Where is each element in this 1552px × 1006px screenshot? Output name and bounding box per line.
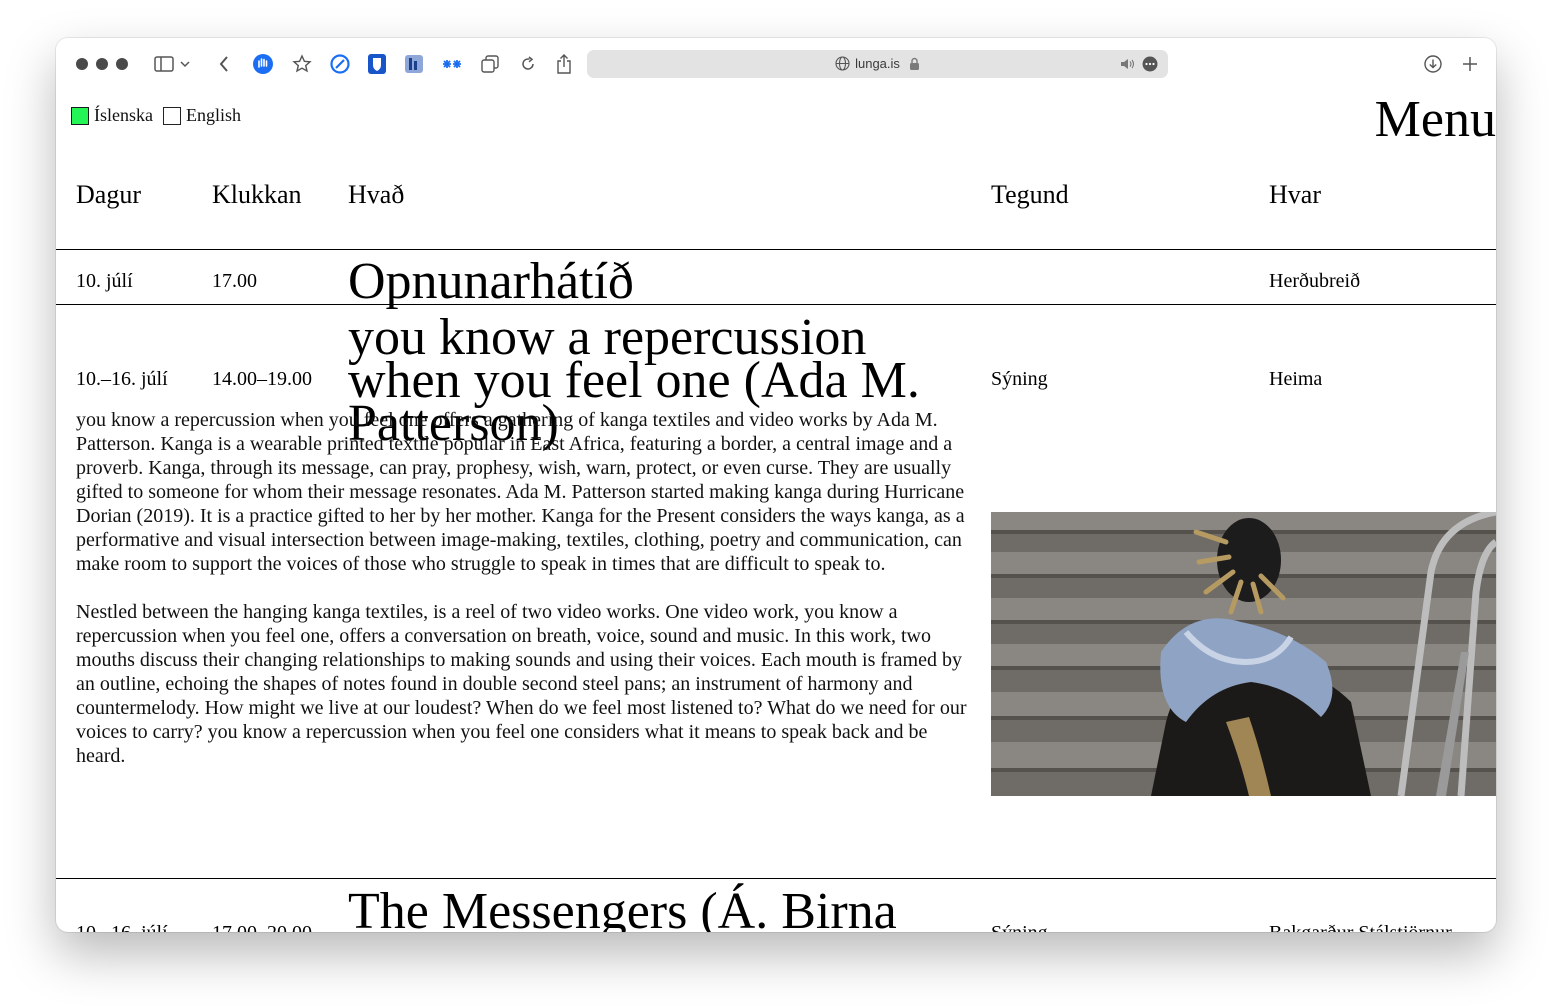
event-title[interactable]: Opnunarhátíð (348, 256, 634, 308)
event-location: Heima (1269, 368, 1323, 390)
downloads-icon[interactable] (1421, 52, 1445, 76)
event-time: 14.00–19.00 (212, 368, 312, 390)
divider (56, 249, 1496, 250)
column-header-day: Dagur (76, 180, 141, 209)
bitwarden-shield-icon[interactable] (365, 52, 389, 76)
event-title[interactable]: The Messengers (Á. Birna Björnsdóttir) (348, 886, 968, 933)
event-photo-image (991, 512, 1496, 796)
event-time: 17.00 (212, 270, 257, 292)
language-option-english[interactable]: English (163, 105, 241, 126)
language-label: English (186, 105, 242, 125)
language-option-islenska[interactable]: Íslenska (71, 105, 153, 126)
event-day: 10. júlí (76, 270, 133, 292)
event-description: you know a repercussion when you feel on… (76, 408, 971, 792)
chevron-down-icon[interactable] (178, 52, 192, 76)
star-icon[interactable] (290, 52, 314, 76)
new-tab-plus-icon[interactable] (1458, 52, 1482, 76)
description-paragraph: you know a repercussion when you feel on… (76, 409, 965, 575)
browser-window: lunga.is Íslenska English Menu Dagur Klu… (56, 38, 1496, 932)
column-header-time: Klukkan (212, 180, 302, 209)
column-header-what: Hvað (348, 180, 405, 209)
grid-extension-icon[interactable] (402, 52, 426, 76)
page-content: Íslenska English Menu Dagur Klukkan Hvað… (56, 90, 1496, 932)
tabs-overview-icon[interactable] (478, 52, 502, 76)
column-header-type: Tegund (991, 180, 1069, 209)
divider (56, 304, 1496, 305)
language-checkbox[interactable] (163, 106, 181, 125)
language-label: Íslenska (94, 105, 153, 125)
browser-toolbar: lunga.is (56, 38, 1496, 90)
back-arrow-icon[interactable] (212, 52, 236, 76)
event-location: Herðubreið (1269, 270, 1361, 292)
reload-icon[interactable] (516, 52, 540, 76)
menu-link[interactable]: Menu (1375, 90, 1496, 146)
window-control-dot[interactable] (116, 58, 128, 70)
share-icon[interactable] (552, 52, 576, 76)
speaker-icon[interactable] (1120, 57, 1136, 76)
event-day: 10.–16. júlí (76, 368, 168, 390)
lock-icon (909, 57, 920, 76)
hand-extension-icon[interactable] (251, 52, 275, 76)
event-time: 17.00–20.00 (212, 922, 312, 932)
address-bar[interactable]: lunga.is (587, 50, 1168, 78)
column-header-where: Hvar (1269, 180, 1321, 209)
sidebar-icon[interactable] (152, 52, 176, 76)
more-options-icon[interactable] (1142, 56, 1158, 77)
event-day: 10.–16. júlí (76, 922, 168, 932)
language-checkbox-checked[interactable] (71, 106, 89, 125)
divider (56, 878, 1496, 879)
asterisk-extension-icon[interactable] (440, 52, 464, 76)
event-location: Bakgarður Stálstjörnur (1269, 922, 1452, 932)
event-type: Sýning (991, 922, 1048, 932)
window-control-dot[interactable] (96, 58, 108, 70)
url-text: lunga.is (855, 56, 900, 71)
event-type: Sýning (991, 368, 1048, 390)
window-control-dot[interactable] (76, 58, 88, 70)
event-photo (991, 512, 1496, 796)
description-paragraph: Nestled between the hanging kanga textil… (76, 601, 967, 767)
compass-extension-icon[interactable] (328, 52, 352, 76)
